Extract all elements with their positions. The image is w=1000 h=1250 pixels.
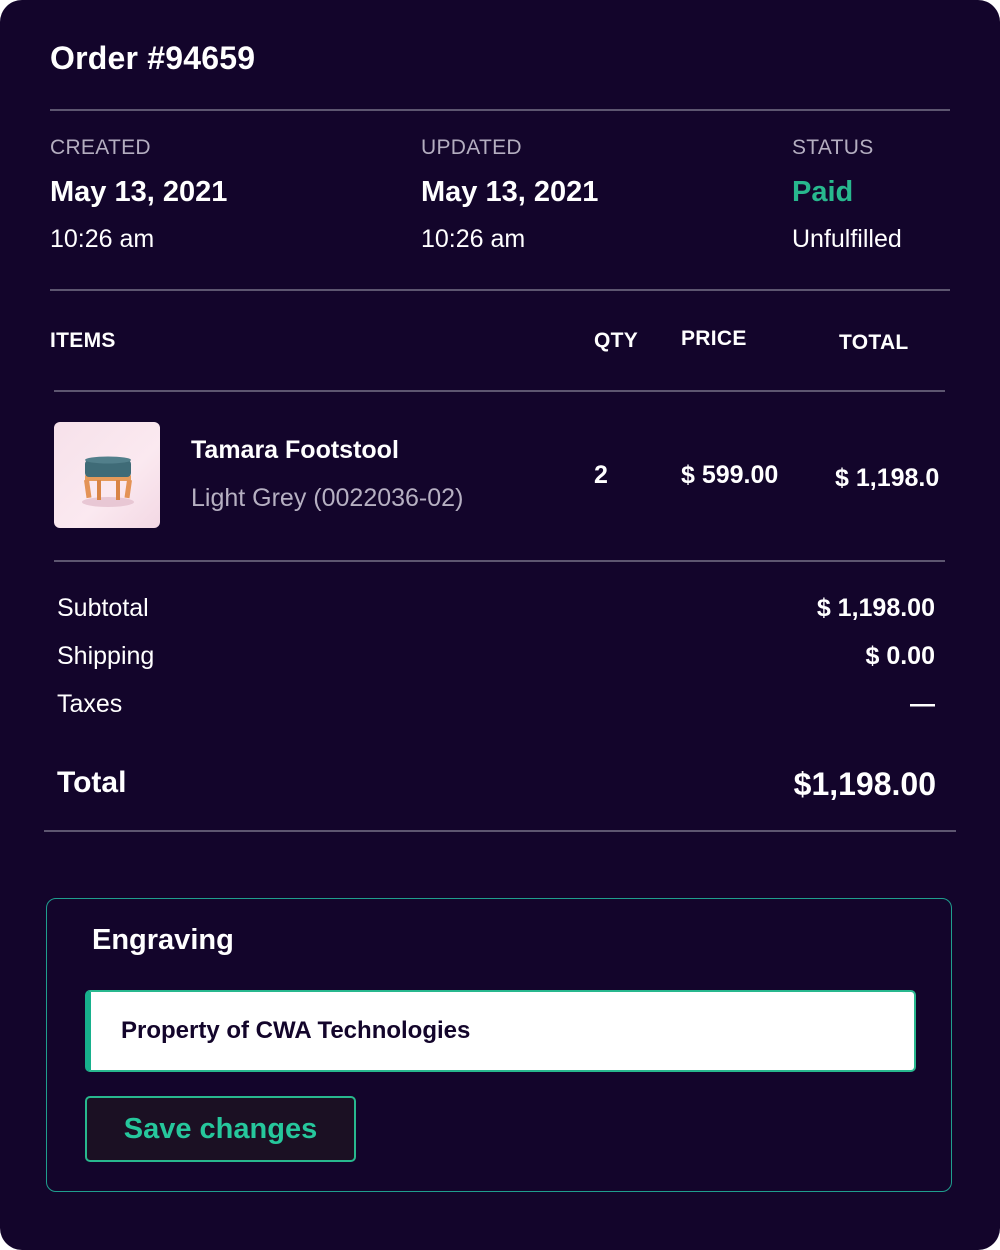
footstool-icon bbox=[82, 456, 134, 507]
order-title: Order #94659 bbox=[50, 40, 256, 76]
taxes-value: — bbox=[910, 690, 935, 718]
engraving-input[interactable] bbox=[85, 990, 916, 1072]
created-label: CREATED bbox=[50, 136, 151, 159]
subtotal-value: $ 1,198.00 bbox=[816, 594, 935, 622]
item-name: Tamara Footstool bbox=[191, 436, 399, 464]
total-value: $1,198.00 bbox=[793, 766, 936, 802]
divider bbox=[54, 390, 945, 392]
engraving-title: Engraving bbox=[92, 924, 234, 956]
divider bbox=[44, 830, 956, 832]
divider bbox=[50, 289, 950, 291]
column-header-qty: QTY bbox=[594, 329, 639, 352]
column-header-price: PRICE bbox=[681, 327, 747, 350]
divider bbox=[54, 560, 945, 562]
shipping-label: Shipping bbox=[57, 642, 155, 670]
shipping-value: $ 0.00 bbox=[865, 642, 935, 670]
column-header-total: TOTAL bbox=[839, 331, 909, 354]
updated-label: UPDATED bbox=[421, 136, 522, 159]
divider bbox=[50, 109, 950, 111]
created-date: May 13, 2021 bbox=[50, 176, 228, 208]
updated-column: UPDATED May 13, 2021 10:26 am bbox=[421, 136, 598, 254]
order-card: Order #94659 CREATED May 13, 2021 10:26 … bbox=[0, 0, 1000, 1250]
item-qty: 2 bbox=[594, 461, 608, 489]
item-variant: Light Grey (0022036-02) bbox=[191, 484, 464, 512]
subtotal-label: Subtotal bbox=[57, 594, 149, 622]
item-price: $ 599.00 bbox=[681, 461, 779, 489]
footstool-product-image bbox=[54, 422, 160, 528]
save-changes-button[interactable]: Save changes bbox=[85, 1096, 356, 1162]
updated-date: May 13, 2021 bbox=[421, 176, 599, 208]
status-column: STATUS Paid Unfulfilled bbox=[792, 136, 902, 254]
total-label: Total bbox=[57, 766, 127, 799]
updated-time: 10:26 am bbox=[421, 225, 526, 253]
taxes-label: Taxes bbox=[57, 690, 123, 718]
column-header-items: ITEMS bbox=[50, 329, 116, 352]
item-total: $ 1,198.0 bbox=[835, 464, 940, 492]
payment-status-badge: Paid bbox=[792, 176, 854, 208]
status-label: STATUS bbox=[792, 136, 874, 159]
fulfillment-status: Unfulfilled bbox=[792, 225, 902, 253]
created-column: CREATED May 13, 2021 10:26 am bbox=[50, 136, 227, 254]
created-time: 10:26 am bbox=[50, 225, 155, 253]
